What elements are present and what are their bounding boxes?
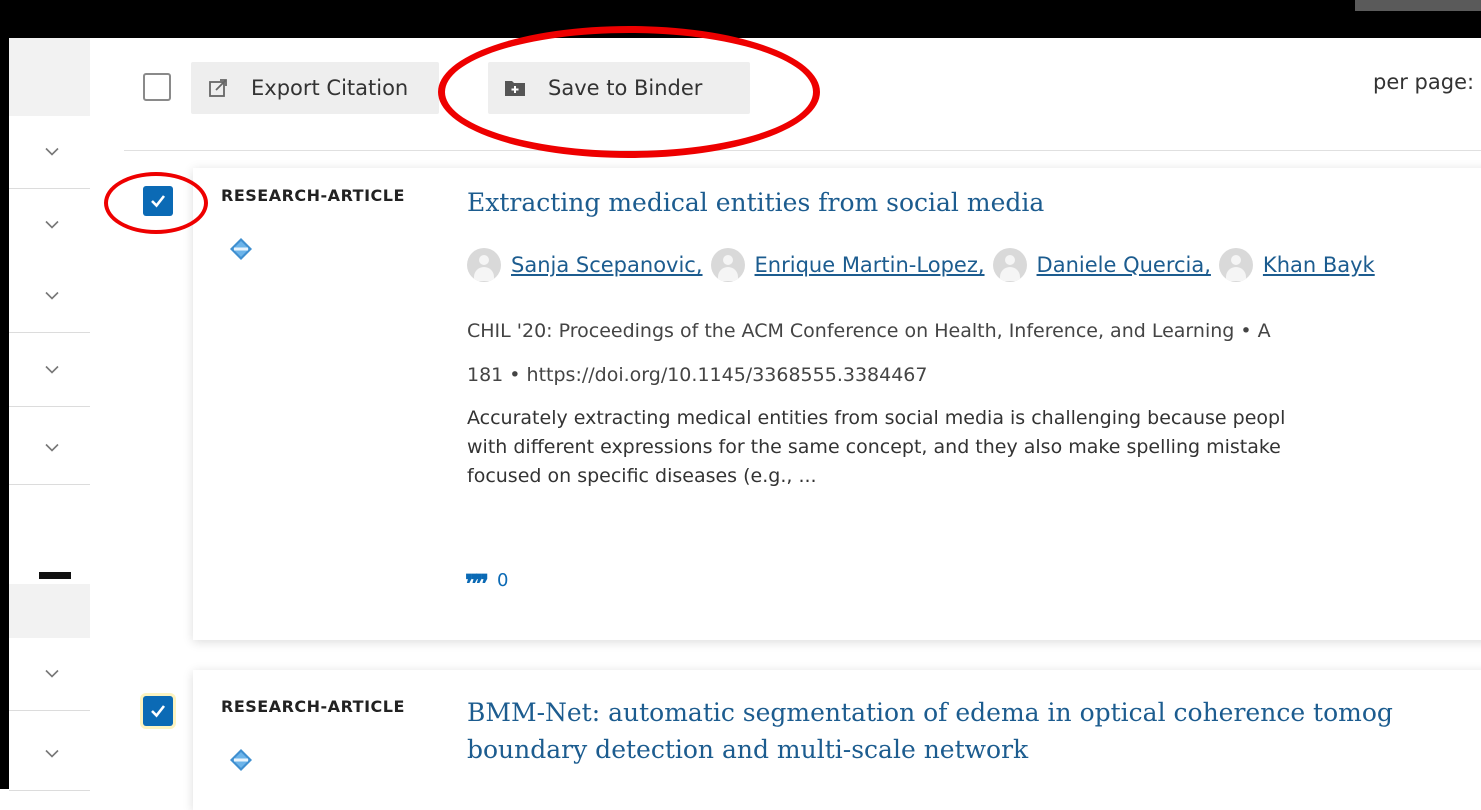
select-all-checkbox[interactable] bbox=[143, 73, 171, 101]
author-list: Sanja Scepanovic, Enrique Martin-Lopez, … bbox=[467, 248, 1383, 282]
facet-row[interactable] bbox=[9, 638, 90, 711]
article-title-line[interactable]: boundary detection and multi-scale netwo… bbox=[467, 735, 1028, 764]
author[interactable]: Sanja Scepanovic, bbox=[467, 248, 703, 282]
chevron-down-icon bbox=[45, 220, 59, 229]
citation-count: ❞❞ 0 bbox=[465, 567, 509, 599]
per-page-label: per page: bbox=[1373, 70, 1475, 94]
toolbar-separator bbox=[124, 150, 1481, 151]
facet-row[interactable] bbox=[9, 189, 90, 262]
facet-header bbox=[9, 38, 90, 116]
facet-row[interactable] bbox=[9, 116, 90, 189]
author-name[interactable]: Sanja Scepanovic, bbox=[511, 253, 703, 277]
result-checkbox[interactable] bbox=[143, 696, 173, 726]
author-name[interactable]: Khan Bayk bbox=[1263, 253, 1375, 277]
avatar bbox=[1218, 248, 1253, 282]
facet-column bbox=[9, 38, 90, 791]
article-title-line[interactable]: BMM-Net: automatic segmentation of edema… bbox=[467, 698, 1393, 727]
annotation-circle-save bbox=[438, 26, 820, 158]
author[interactable]: Enrique Martin-Lopez, bbox=[710, 248, 985, 282]
external-link-icon bbox=[209, 79, 227, 97]
quote-icon: ❞❞ bbox=[465, 570, 489, 600]
facet-row[interactable] bbox=[9, 412, 90, 485]
pages-doi: 181 • https://doi.org/10.1145/3368555.33… bbox=[467, 364, 928, 386]
avatar bbox=[467, 248, 501, 282]
facet-row[interactable] bbox=[9, 334, 90, 407]
top-bar-edge bbox=[1355, 0, 1481, 11]
chevron-down-icon bbox=[45, 291, 59, 300]
export-citation-button[interactable]: Export Citation bbox=[191, 62, 439, 114]
abstract-line: Accurately extracting medical entities f… bbox=[467, 407, 1286, 429]
citation-count-value: 0 bbox=[496, 569, 509, 591]
avatar bbox=[710, 248, 745, 282]
acm-diamond-icon bbox=[230, 749, 252, 771]
abstract: Accurately extracting medical entities f… bbox=[467, 404, 1481, 491]
facet-row[interactable] bbox=[9, 260, 90, 333]
author[interactable]: Daniele Quercia, bbox=[992, 248, 1211, 282]
abstract-line: with different expressions for the same … bbox=[467, 436, 1281, 458]
venue-text: CHIL '20: Proceedings of the ACM Confere… bbox=[467, 320, 1271, 342]
facet-row[interactable] bbox=[9, 718, 90, 791]
chevron-down-icon bbox=[45, 365, 59, 374]
avatar bbox=[992, 248, 1027, 282]
export-citation-label: Export Citation bbox=[251, 76, 409, 100]
article-title[interactable]: Extracting medical entities from social … bbox=[467, 188, 1044, 217]
abstract-line: focused on specific diseases (e.g., ... bbox=[467, 465, 817, 487]
annotation-circle-checkbox bbox=[104, 172, 208, 234]
chevron-down-icon bbox=[45, 443, 59, 452]
facet-divider bbox=[39, 572, 71, 579]
author[interactable]: Khan Bayk bbox=[1218, 248, 1375, 282]
chevron-down-icon bbox=[45, 669, 59, 678]
chevron-down-icon bbox=[45, 147, 59, 156]
article-type: RESEARCH-ARTICLE bbox=[221, 186, 405, 205]
author-name[interactable]: Daniele Quercia, bbox=[1037, 253, 1211, 277]
acm-diamond-icon bbox=[230, 238, 252, 260]
checkmark-icon bbox=[151, 705, 166, 718]
left-border bbox=[0, 38, 9, 789]
chevron-down-icon bbox=[45, 749, 59, 758]
article-type: RESEARCH-ARTICLE bbox=[221, 697, 405, 716]
author-name[interactable]: Enrique Martin-Lopez, bbox=[755, 253, 985, 277]
top-bar bbox=[0, 0, 1481, 38]
